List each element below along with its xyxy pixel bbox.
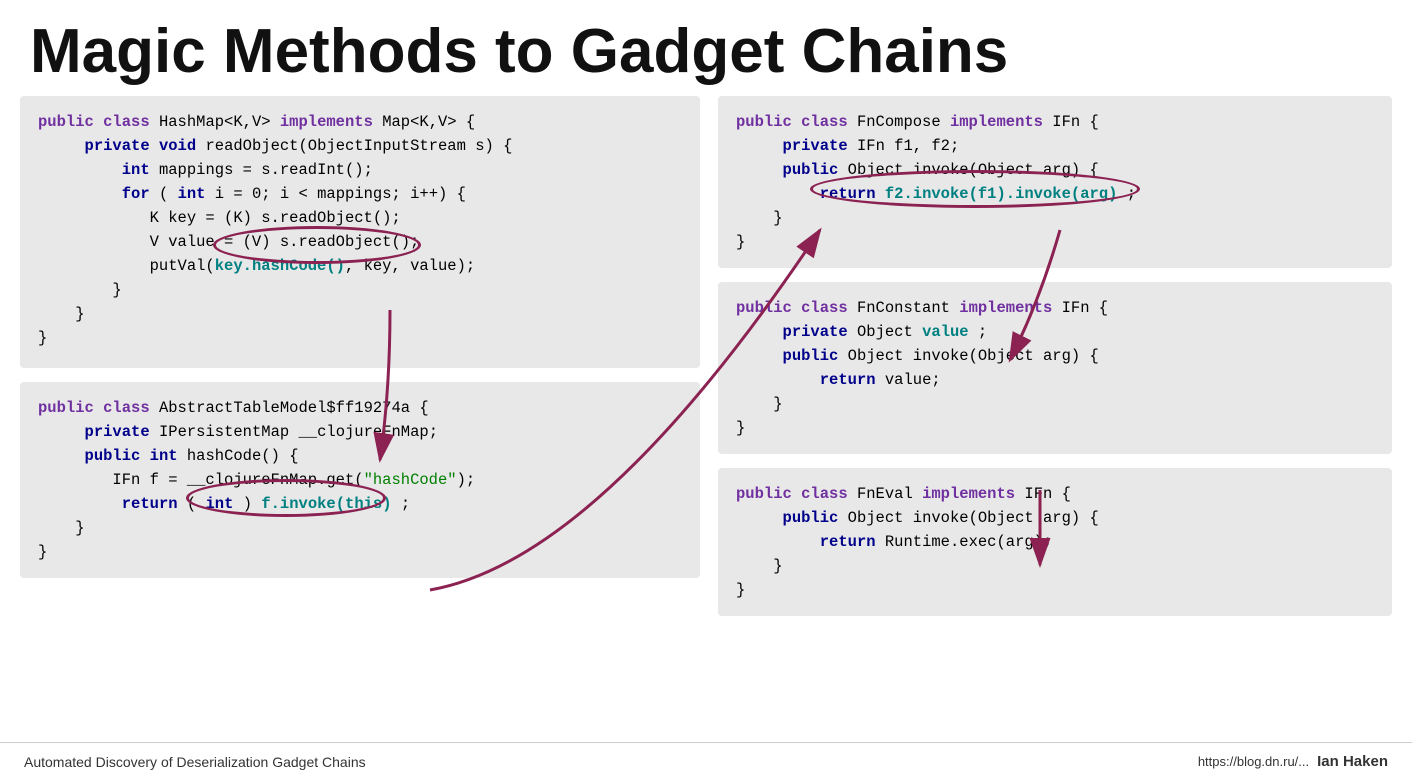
code-line: public class FnEval implements IFn { [736, 482, 1374, 506]
code-line: K key = (K) s.readObject(); [38, 206, 682, 230]
fneval-code-block: public class FnEval implements IFn { pub… [718, 468, 1392, 616]
code-line: } [736, 230, 1374, 254]
right-panel: public class FnCompose implements IFn { … [718, 96, 1392, 686]
code-line: } [736, 578, 1374, 602]
fnconstant-code-block: public class FnConstant implements IFn {… [718, 282, 1392, 454]
keyword: implements [280, 113, 373, 131]
keyword: public class [38, 399, 150, 417]
string-literal: "hashCode" [364, 471, 457, 489]
code-line: private void readObject(ObjectInputStrea… [38, 134, 682, 158]
keyword: int [150, 447, 178, 465]
highlight-hashcode: key.hashCode() [215, 257, 345, 275]
code-line: putVal(key.hashCode(), key, value); [38, 254, 682, 278]
keyword: int [122, 161, 150, 179]
code-line: public class FnCompose implements IFn { [736, 110, 1374, 134]
keyword: return [122, 495, 178, 513]
keyword: public [783, 161, 839, 179]
footer: Automated Discovery of Deserialization G… [0, 742, 1412, 780]
code-line: } [38, 326, 682, 350]
keyword: public class [38, 113, 150, 131]
code-line: return Runtime.exec(arg); [736, 530, 1374, 554]
code-line: } [736, 554, 1374, 578]
code-line: return value; [736, 368, 1374, 392]
code-line: return ( int ) f.invoke(this) ; [38, 492, 682, 516]
keyword: public class [736, 113, 848, 131]
code-line: } [38, 516, 682, 540]
keyword: private void [85, 137, 197, 155]
code-line: } [38, 302, 682, 326]
code-line: public Object invoke(Object arg) { [736, 158, 1374, 182]
keyword: public [783, 347, 839, 365]
code-line: return f2.invoke(f1).invoke(arg) ; [736, 182, 1374, 206]
fncompose-code-block: public class FnCompose implements IFn { … [718, 96, 1392, 268]
page-title: Magic Methods to Gadget Chains [0, 0, 1412, 96]
code-line: public Object invoke(Object arg) { [736, 506, 1374, 530]
keyword: private [85, 423, 150, 441]
keyword: for [122, 185, 150, 203]
code-line: } [736, 416, 1374, 440]
code-line: } [736, 206, 1374, 230]
code-line: V value = (V) s.readObject(); [38, 230, 682, 254]
keyword: implements [950, 113, 1043, 131]
code-line: private Object value ; [736, 320, 1374, 344]
code-line: private IFn f1, f2; [736, 134, 1374, 158]
keyword: return [820, 185, 876, 203]
code-line: IFn f = __clojureFnMap.get("hashCode"); [38, 468, 682, 492]
code-line: public class HashMap<K,V> implements Map… [38, 110, 682, 134]
keyword: return [820, 533, 876, 551]
keyword: implements [959, 299, 1052, 317]
left-panel: public class HashMap<K,V> implements Map… [20, 96, 700, 686]
hashmap-code-block: public class HashMap<K,V> implements Map… [20, 96, 700, 368]
keyword: public class [736, 299, 848, 317]
code-line: int mappings = s.readInt(); [38, 158, 682, 182]
footer-right: https://blog.dn.ru/... Ian Haken [1198, 753, 1388, 770]
code-line: } [38, 540, 682, 564]
code-line: public class FnConstant implements IFn { [736, 296, 1374, 320]
keyword: int [205, 495, 233, 513]
code-line: } [736, 392, 1374, 416]
keyword: public [783, 509, 839, 527]
highlight-value: value [922, 323, 969, 341]
code-line: public int hashCode() { [38, 444, 682, 468]
highlight-f2invoke: f2.invoke(f1).invoke(arg) [885, 185, 1118, 203]
code-line: private IPersistentMap __clojureFnMap; [38, 420, 682, 444]
keyword: public class [736, 485, 848, 503]
haken-brand: Ian Haken [1317, 753, 1388, 770]
keyword: implements [922, 485, 1015, 503]
footer-url: https://blog.dn.ru/... [1198, 754, 1309, 769]
code-line: public class AbstractTableModel$ff19274a… [38, 396, 682, 420]
keyword: private [783, 323, 848, 341]
code-line: for ( int i = 0; i < mappings; i++) { [38, 182, 682, 206]
keyword: return [820, 371, 876, 389]
footer-left-text: Automated Discovery of Deserialization G… [24, 754, 366, 770]
keyword: int [178, 185, 206, 203]
keyword: private [783, 137, 848, 155]
keyword: public [85, 447, 141, 465]
abstract-table-code-block: public class AbstractTableModel$ff19274a… [20, 382, 700, 578]
code-line: public Object invoke(Object arg) { [736, 344, 1374, 368]
content-area: public class HashMap<K,V> implements Map… [0, 96, 1412, 686]
highlight-invoke: f.invoke(this) [261, 495, 391, 513]
code-line: } [38, 278, 682, 302]
